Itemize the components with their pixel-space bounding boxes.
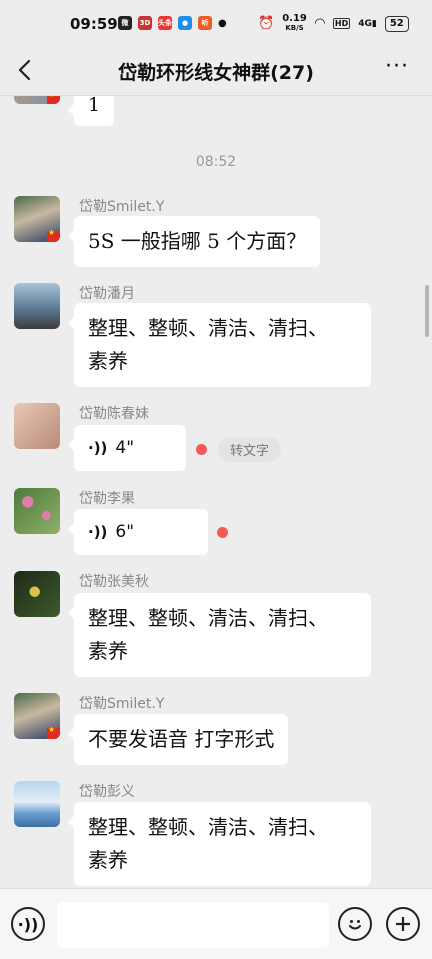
alarm-icon: ⏰ [258, 16, 275, 31]
message-bubble-text[interactable]: 整理、整顿、清洁、清扫、 素养 [68, 802, 371, 886]
news-app-icon: 3D [138, 16, 152, 30]
emoji-icon[interactable] [338, 907, 372, 941]
status-bar: 09:59 微 3D 头条 ● 听 ● ⏰ 0.19 KB/S ◠ HD 4G▮… [0, 0, 432, 50]
chat-header: 岱勒环形线女神群(27) ··· [0, 50, 432, 94]
avatar-smilet[interactable] [14, 196, 60, 242]
toutiao-icon: 头条 [158, 16, 172, 30]
sender-name: 岱勒Smilet.Y [79, 696, 165, 712]
chat-title: 岱勒环形线女神群(27) [118, 62, 314, 84]
voice-toggle-icon[interactable]: ·)) [11, 907, 45, 941]
unread-voice-dot [217, 527, 228, 538]
signal-icon: 4G▮ [358, 18, 377, 29]
plus-icon[interactable] [386, 907, 420, 941]
sender-name: 岱勒彭义 [79, 784, 135, 800]
input-bar: ·)) [0, 888, 432, 959]
sender-name: 岱勒李果 [79, 491, 135, 507]
message-bubble-text[interactable]: 5S 一般指哪 5 个方面？ [67, 216, 321, 267]
net-speed: 0.19 KB/S [282, 13, 307, 33]
sender-name: 岱勒Smilet.Y [79, 199, 165, 215]
convert-to-text-button[interactable]: 转文字 [218, 437, 282, 462]
unread-voice-dot [196, 444, 207, 455]
scrollbar[interactable] [425, 285, 429, 337]
avatar-li[interactable] [14, 488, 60, 534]
message-list[interactable]: 1 08:52 岱勒Smilet.Y 5S 一般指哪 5 个方面？ 岱勒潘月 整… [0, 96, 432, 888]
status-indicators: ⏰ 0.19 KB/S ◠ HD 4G▮ 52 [258, 14, 409, 33]
avatar-zhang[interactable] [14, 571, 60, 617]
voice-wave-icon: ·)) [88, 438, 108, 457]
avatar-chen[interactable] [14, 403, 60, 449]
message-timestamp: 08:52 [195, 154, 237, 170]
avatar-pan[interactable] [14, 283, 60, 329]
status-app-icons: 微 3D 头条 ● 听 ● [118, 16, 227, 30]
smile-face-icon [349, 920, 361, 930]
message-bubble-text[interactable]: 整理、整顿、清洁、清扫、 素养 [68, 303, 371, 387]
avatar[interactable] [14, 96, 60, 104]
more-options-icon[interactable]: ··· [382, 56, 412, 84]
audio-app-icon: 听 [198, 16, 212, 30]
voice-message-bubble[interactable]: ·)) 6" [68, 509, 208, 555]
avatar-peng[interactable] [14, 781, 60, 827]
hd-icon: HD [332, 18, 351, 29]
voice-message-bubble[interactable]: ·)) 4" [68, 425, 186, 471]
dot-icon: ● [218, 17, 227, 29]
flag-badge [47, 228, 60, 242]
battery-indicator: 52 [384, 15, 409, 32]
sender-name: 岱勒张美秋 [79, 574, 149, 590]
avatar-smilet[interactable] [14, 693, 60, 739]
wifi-icon: ◠ [314, 16, 325, 31]
browser-icon: ● [178, 16, 192, 30]
flag-badge [47, 96, 60, 104]
sender-name: 岱勒潘月 [79, 286, 135, 302]
plus-glyph-icon [396, 917, 410, 931]
status-time: 09:59 [70, 15, 118, 33]
message-input[interactable] [57, 902, 329, 948]
sender-name: 岱勒陈春妹 [79, 406, 149, 422]
message-bubble-text[interactable]: 不要发语音 打字形式 [67, 714, 289, 765]
message-bubble-prev[interactable]: 1 [67, 96, 115, 126]
back-arrow-icon[interactable] [12, 56, 40, 84]
wechat-icon: 微 [118, 16, 132, 30]
message-bubble-text[interactable]: 整理、整顿、清洁、清扫、 素养 [68, 593, 371, 677]
voice-wave-icon: ·)) [88, 522, 108, 541]
flag-badge [47, 725, 60, 739]
